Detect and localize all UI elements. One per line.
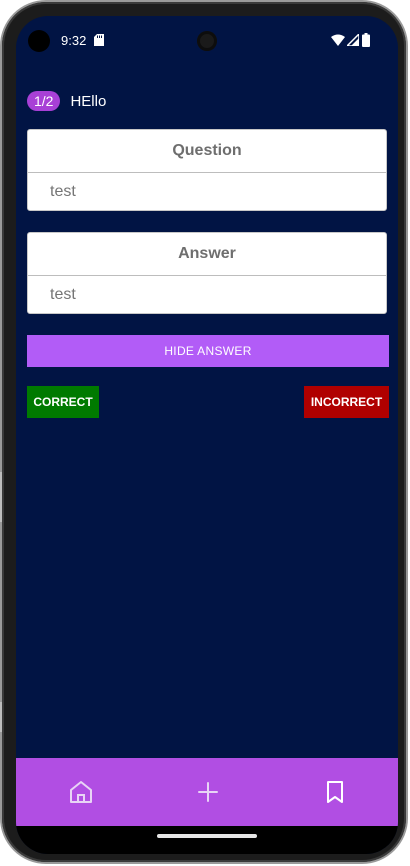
camera-cutout-icon xyxy=(28,30,50,52)
bottom-navigation xyxy=(16,758,398,826)
deck-header: 1/2 HEllo xyxy=(27,91,106,111)
front-camera-icon xyxy=(197,31,217,51)
gesture-bar-area xyxy=(16,826,398,854)
bookmark-icon[interactable] xyxy=(321,778,349,806)
status-bar: 9:32 xyxy=(16,16,398,66)
signal-icon xyxy=(347,34,359,46)
volume-button xyxy=(0,472,2,522)
sd-card-icon xyxy=(94,34,104,46)
correct-button[interactable]: CORRECT xyxy=(27,386,99,418)
plus-icon[interactable] xyxy=(194,778,222,806)
phone-frame: 9:32 1/2 HEllo Question test Answer test… xyxy=(0,2,406,862)
hide-answer-button[interactable]: HIDE ANSWER xyxy=(27,335,389,367)
incorrect-button[interactable]: INCORRECT xyxy=(304,386,389,418)
battery-icon xyxy=(362,33,370,47)
question-card: Question test xyxy=(27,129,387,211)
question-label: Question xyxy=(28,130,386,173)
progress-counter-badge: 1/2 xyxy=(27,91,61,111)
answer-text: test xyxy=(50,286,76,303)
power-button xyxy=(0,702,2,732)
home-icon[interactable] xyxy=(67,778,95,806)
deck-title: HEllo xyxy=(70,92,107,110)
home-gesture-pill[interactable] xyxy=(157,834,257,838)
status-time: 9:32 xyxy=(61,33,87,48)
wifi-icon xyxy=(331,34,345,46)
app-screen: 9:32 1/2 HEllo Question test Answer test… xyxy=(16,16,398,854)
answer-label: Answer xyxy=(28,233,386,276)
answer-card: Answer test xyxy=(27,232,387,314)
question-text: test xyxy=(50,183,76,200)
